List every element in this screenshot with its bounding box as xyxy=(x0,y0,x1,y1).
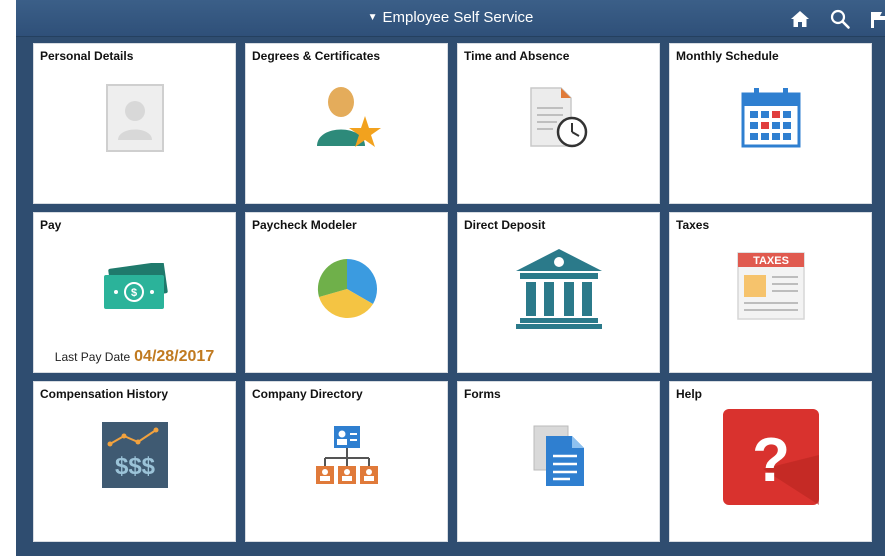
app-frame: ▼ Employee Self Service Personal Details … xyxy=(16,0,885,556)
last-pay-info: Last Pay Date 04/28/2017 xyxy=(34,348,235,366)
tile-title: Company Directory xyxy=(252,387,363,401)
tile-personal-details[interactable]: Personal Details xyxy=(33,43,236,204)
tile-direct-deposit[interactable]: Direct Deposit xyxy=(457,212,660,373)
tile-title: Paycheck Modeler xyxy=(252,218,357,232)
document-clock-icon xyxy=(529,87,587,148)
person-photo-icon xyxy=(105,84,164,152)
page-title-dropdown[interactable]: ▼ Employee Self Service xyxy=(16,9,885,26)
tile-title: Help xyxy=(676,387,703,401)
chevron-down-icon: ▼ xyxy=(367,12,378,23)
help-question-icon: ? xyxy=(722,409,819,505)
last-pay-date: 04/28/2017 xyxy=(134,348,215,365)
tile-paycheck-modeler[interactable]: Paycheck Modeler xyxy=(245,212,448,373)
tile-compensation-history[interactable]: Compensation History $$$ xyxy=(33,381,236,542)
svg-text:$: $ xyxy=(130,287,136,299)
tile-title: Compensation History xyxy=(40,387,169,401)
tile-title: Monthly Schedule xyxy=(676,49,779,63)
forms-icon xyxy=(533,425,584,486)
flag-icon[interactable] xyxy=(868,8,885,30)
tile-pay[interactable]: Pay $ Last Pay Date 04/28/2017 xyxy=(33,212,236,373)
dollar-signs: $$$ xyxy=(114,453,155,480)
tile-monthly-schedule[interactable]: Monthly Schedule xyxy=(669,43,872,204)
last-pay-label: Last Pay Date xyxy=(54,350,131,364)
bank-icon xyxy=(515,249,602,329)
tile-title: Forms xyxy=(464,387,501,401)
tile-title: Personal Details xyxy=(40,49,134,63)
question-mark: ? xyxy=(752,426,790,495)
taxes-icon-label: TAXES xyxy=(753,255,789,267)
money-icon: $ xyxy=(103,263,168,309)
home-icon[interactable] xyxy=(789,8,811,30)
tile-title: Pay xyxy=(40,218,62,232)
taxes-document-icon: TAXES xyxy=(736,252,805,320)
header-bar: ▼ Employee Self Service xyxy=(16,0,885,37)
tile-time-and-absence[interactable]: Time and Absence xyxy=(457,43,660,204)
tile-forms[interactable]: Forms xyxy=(457,381,660,542)
tile-title: Time and Absence xyxy=(464,49,570,63)
calendar-icon xyxy=(741,88,800,148)
page-title: Employee Self Service xyxy=(382,9,534,26)
user-star-icon xyxy=(316,87,381,147)
tile-company-directory[interactable]: Company Directory xyxy=(245,381,448,542)
tile-title: Direct Deposit xyxy=(464,218,546,232)
tile-title: Degrees & Certificates xyxy=(252,49,381,63)
tile-title: Taxes xyxy=(676,218,710,232)
tile-help[interactable]: Help ? xyxy=(669,381,872,542)
pie-chart-icon xyxy=(317,259,377,319)
org-chart-icon xyxy=(315,426,378,484)
compensation-chart-icon: $$$ xyxy=(101,422,168,488)
tile-taxes[interactable]: Taxes TAXES xyxy=(669,212,872,373)
tile-degrees-certificates[interactable]: Degrees & Certificates xyxy=(245,43,448,204)
search-icon[interactable] xyxy=(829,8,851,30)
